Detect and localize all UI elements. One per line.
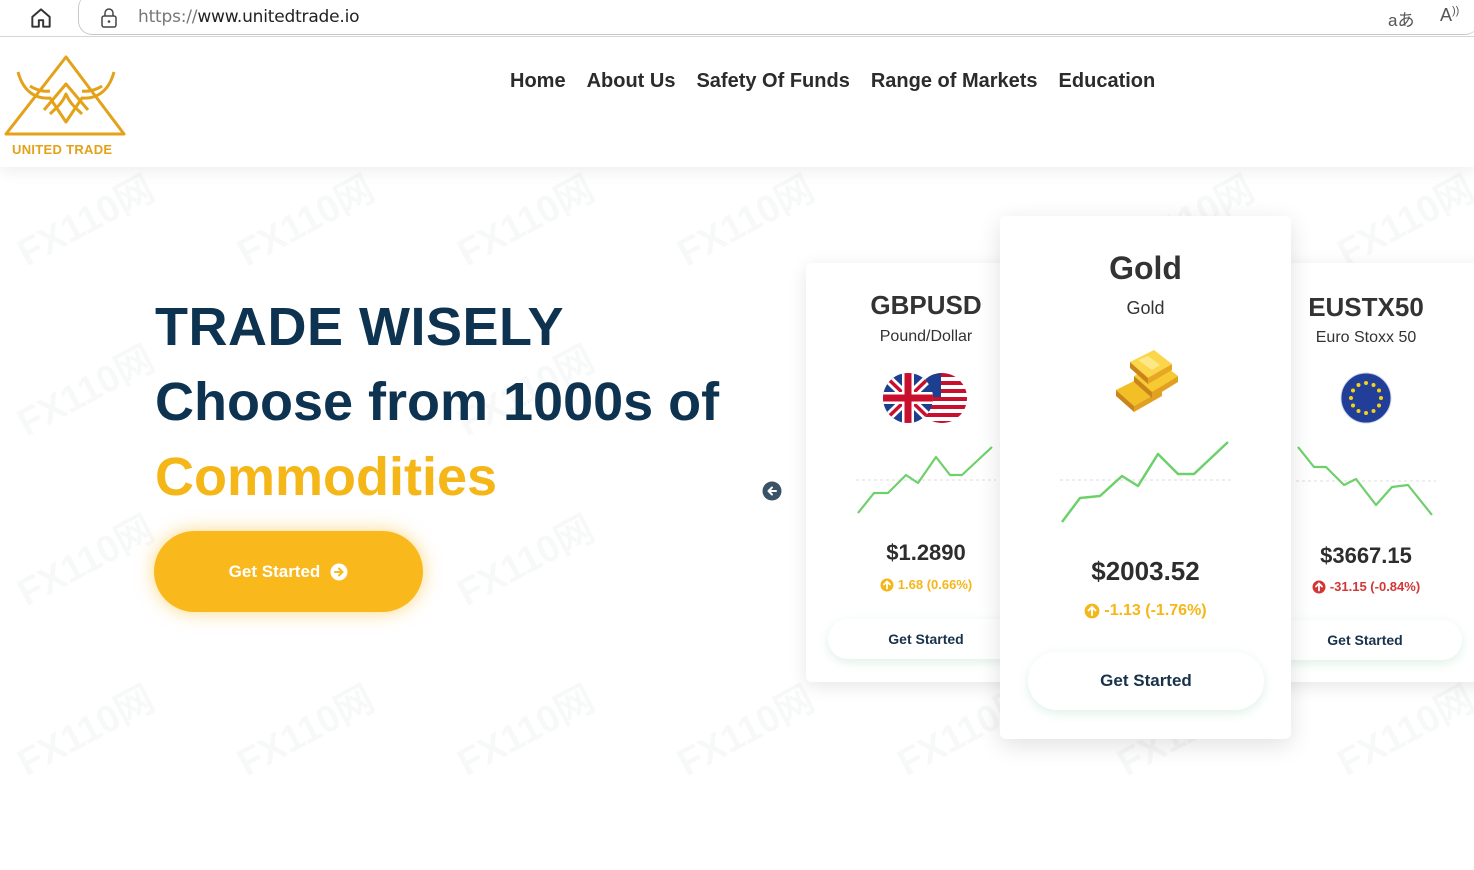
card-get-started-button[interactable]: Get Started bbox=[1028, 652, 1264, 710]
card-change-text: -31.15 (-0.84%) bbox=[1329, 579, 1421, 594]
url-host: www.unitedtrade.io bbox=[197, 7, 360, 27]
logo-text: UNITED TRADE bbox=[12, 142, 113, 157]
eu-flag-icon bbox=[1340, 372, 1392, 424]
arrow-up-circle-icon bbox=[880, 578, 894, 591]
get-started-button[interactable]: Get Started bbox=[154, 531, 423, 612]
browser-address-bar: https://www.unitedtrade.io aあ A)) bbox=[0, 0, 1474, 37]
carousel-prev-icon[interactable] bbox=[762, 481, 782, 501]
card-change: -1.13 (-1.76%) bbox=[1000, 602, 1291, 620]
lock-icon[interactable] bbox=[100, 7, 118, 29]
home-icon[interactable] bbox=[28, 5, 54, 31]
sparkline-chart bbox=[1060, 441, 1232, 523]
site-header: UNITED TRADE Home About Us Safety Of Fun… bbox=[0, 37, 1474, 167]
hero-subtitle: Choose from 1000s of bbox=[155, 372, 720, 432]
url-text[interactable]: https://www.unitedtrade.io bbox=[138, 7, 360, 27]
nav-home[interactable]: Home bbox=[510, 70, 566, 93]
nav-about-us[interactable]: About Us bbox=[587, 70, 676, 93]
hero-rotating-word: Commodities bbox=[155, 447, 498, 507]
market-card-gold[interactable]: Gold Gold $2003.52 -1.13 (-1.76%) Get St… bbox=[1000, 216, 1291, 739]
card-get-started-button[interactable]: Get Started bbox=[828, 619, 1024, 659]
sparkline-chart bbox=[1296, 446, 1436, 516]
read-aloud-icon[interactable]: A)) bbox=[1440, 5, 1459, 26]
card-symbol: Gold bbox=[1109, 250, 1182, 286]
main-nav: Home About Us Safety Of Funds Range of M… bbox=[510, 70, 1176, 93]
card-get-started-button[interactable]: Get Started bbox=[1268, 620, 1462, 660]
card-change-text: 1.68 (0.66%) bbox=[897, 577, 973, 592]
arrow-up-circle-icon bbox=[1084, 603, 1100, 619]
sparkline-chart bbox=[856, 446, 996, 514]
url-protocol: https:// bbox=[138, 7, 198, 27]
uk-us-flags-icon bbox=[883, 373, 967, 423]
arrow-up-circle-icon bbox=[1312, 580, 1326, 593]
nav-safety-of-funds[interactable]: Safety Of Funds bbox=[696, 70, 849, 93]
card-change-text: -1.13 (-1.76%) bbox=[1104, 602, 1207, 619]
nav-education[interactable]: Education bbox=[1059, 70, 1156, 93]
card-price: $2003.52 bbox=[1091, 556, 1200, 586]
nav-range-of-markets[interactable]: Range of Markets bbox=[871, 70, 1038, 93]
card-name: Gold bbox=[1126, 298, 1165, 318]
hero-title: TRADE WISELY bbox=[155, 297, 565, 357]
translate-icon[interactable]: aあ bbox=[1388, 6, 1414, 31]
get-started-label: Get Started bbox=[228, 561, 321, 581]
gold-bars-icon bbox=[1116, 350, 1178, 412]
arrow-right-circle-icon bbox=[330, 563, 348, 580]
